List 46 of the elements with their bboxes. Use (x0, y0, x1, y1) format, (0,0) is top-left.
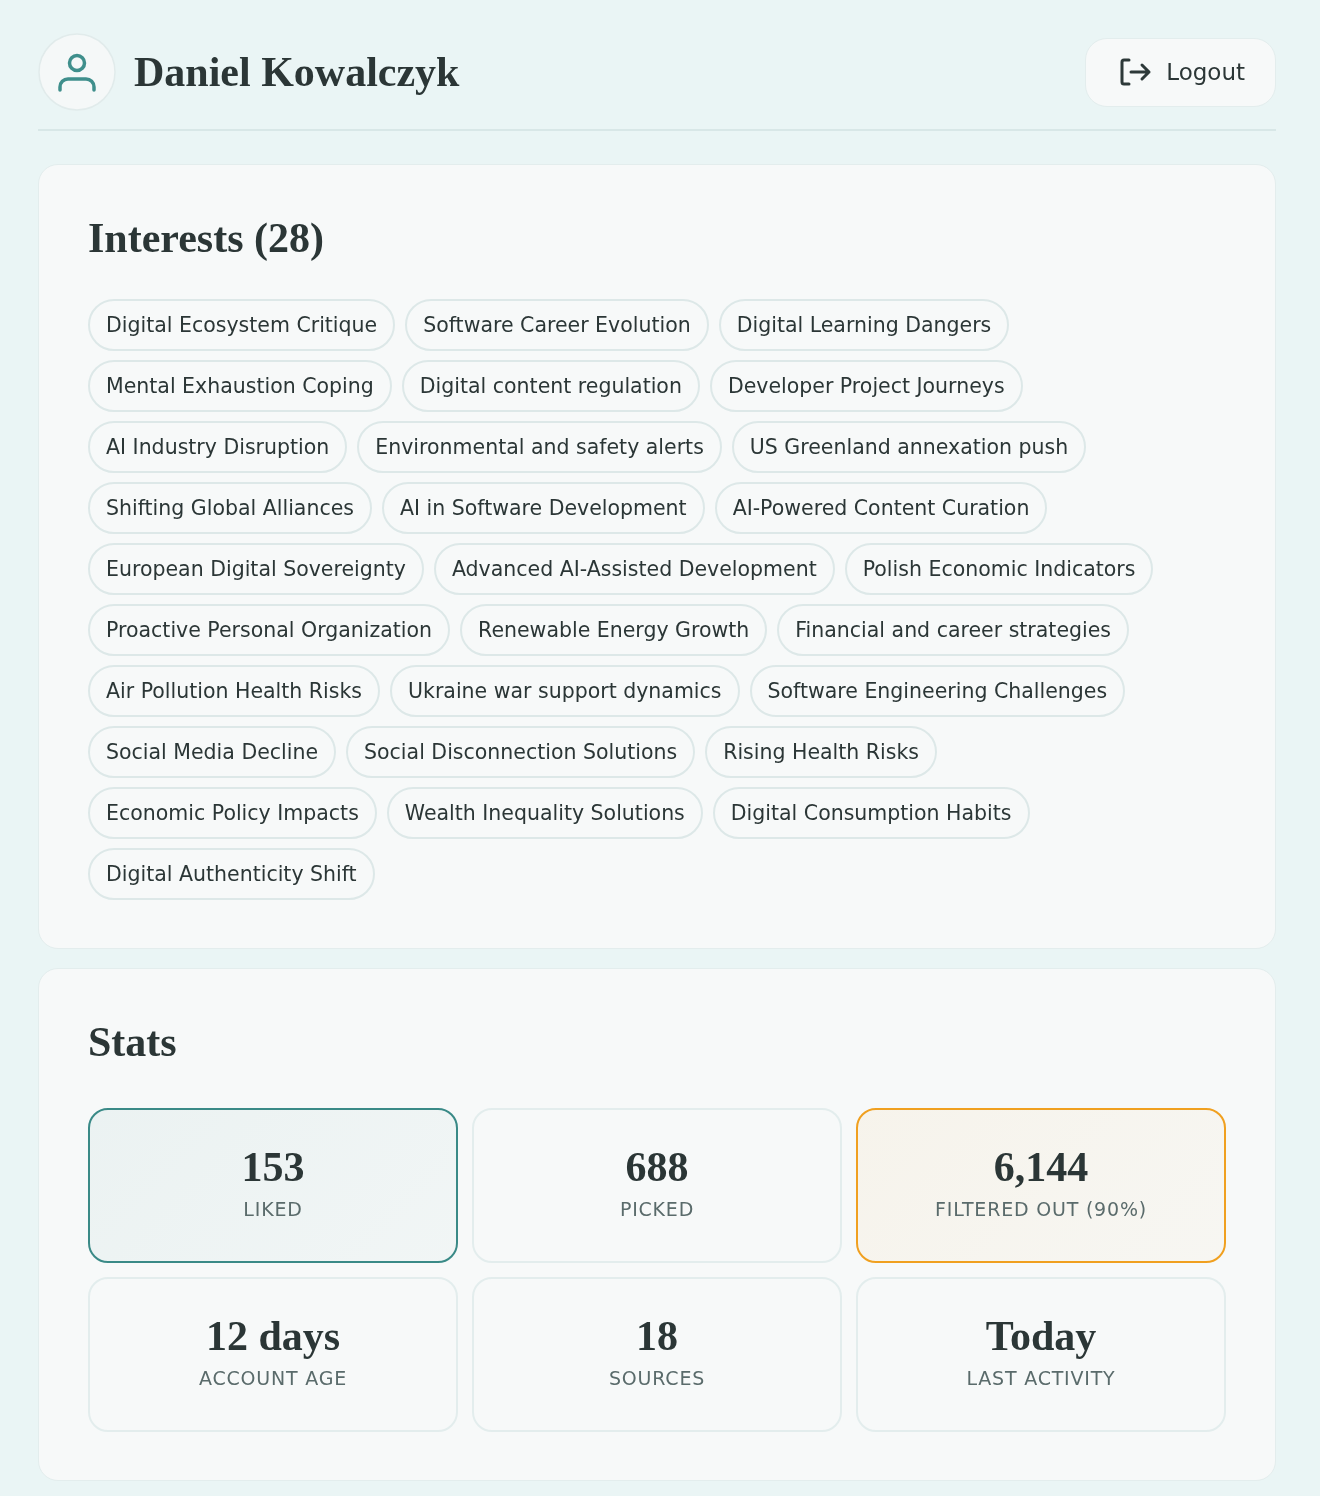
interest-tag: Developer Project Journeys (709, 360, 1023, 412)
interest-tag: Social Media Decline (88, 726, 337, 778)
interest-tag: Social Disconnection Solutions (346, 726, 696, 778)
user-avatar-icon (38, 33, 116, 111)
interest-tag: AI-Powered Content Curation (714, 482, 1048, 534)
interest-tag: Digital Ecosystem Critique (88, 299, 396, 351)
stats-title: Stats (88, 1018, 178, 1067)
interest-tag: Air Pollution Health Risks (88, 665, 380, 717)
interest-tag: Software Career Evolution (405, 299, 709, 351)
interest-tag: Renewable Energy Growth (460, 604, 768, 656)
interest-tag: AI Industry Disruption (88, 421, 348, 473)
interest-tag: European Digital Sovereignty (88, 543, 424, 595)
interest-tag: Digital Learning Dangers (718, 299, 1010, 351)
interest-tag: Wealth Inequality Solutions (386, 787, 703, 839)
stat-label: FILTERED OUT (90%) (935, 1196, 1147, 1222)
stat-label: SOURCES (608, 1365, 706, 1391)
interest-tag: US Greenland annexation push (731, 421, 1087, 473)
interest-tag: Proactive Personal Organization (88, 604, 451, 656)
stat-label: ACCOUNT AGE (198, 1365, 348, 1391)
stat-label: PICKED (619, 1196, 695, 1222)
logout-icon (1120, 58, 1153, 86)
stat-label: LIKED (243, 1196, 303, 1222)
interest-tag: Environmental and safety alerts (357, 421, 722, 473)
interest-tag: Ukraine war support dynamics (390, 665, 740, 717)
interest-tag: Mental Exhaustion Coping (88, 360, 392, 412)
interest-tag: Digital Authenticity Shift (88, 848, 375, 900)
stat-value: 6,144 (993, 1142, 1089, 1192)
interest-tag: Digital Consumption Habits (712, 787, 1030, 839)
interest-tag: Polish Economic Indicators (844, 543, 1154, 595)
interest-tag: Financial and career strategies (777, 604, 1129, 656)
stat-value: 18 (636, 1311, 678, 1361)
stat-value: Today (985, 1311, 1097, 1361)
interest-tag: Rising Health Risks (705, 726, 937, 778)
interest-tag: AI in Software Development (381, 482, 705, 534)
logout-button[interactable]: Logout (1085, 37, 1276, 107)
user-name: Daniel Kowalczyk (134, 48, 460, 97)
interests-title: Interests (28) (88, 214, 325, 263)
stat-value: 688 (625, 1142, 689, 1192)
interest-tag: Digital content regulation (401, 360, 700, 412)
stat-value: 12 days (205, 1311, 341, 1361)
interest-tag: Shifting Global Alliances (88, 482, 372, 534)
interest-tag: Software Engineering Challenges (749, 665, 1126, 717)
stat-label: LAST ACTIVITY (966, 1365, 1116, 1391)
interest-tag: Economic Policy Impacts (88, 787, 377, 839)
interest-tag: Advanced AI-Assisted Development (433, 543, 835, 595)
stat-value: 153 (241, 1142, 305, 1192)
